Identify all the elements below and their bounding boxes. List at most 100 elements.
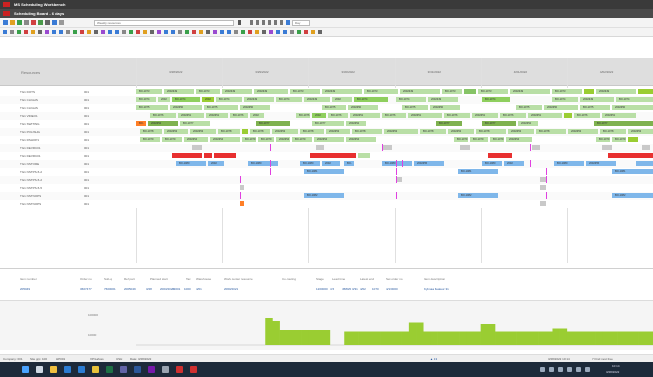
resource-row[interactable]: TG1 VIDEO1 001 BO-1076 2002351 2002351 BO-107…: [0, 112, 653, 120]
operation-bar[interactable]: 2002350: [544, 105, 578, 110]
operation-bar[interactable]: 2002349: [596, 89, 636, 94]
operation-bar[interactable]: 2002353: [164, 129, 188, 134]
operation-bar[interactable]: BO-1079: [454, 137, 468, 142]
operation-bar[interactable]: 2002351: [528, 113, 562, 118]
operation-bar[interactable]: BO-1080: [554, 161, 584, 166]
operation-bar[interactable]: BO-1076: [444, 113, 470, 118]
operation-bar[interactable]: BO-1073: [442, 89, 462, 94]
resource-row[interactable]: TG1 DEVRC01 001: [0, 152, 653, 160]
operation-bar[interactable]: 2002355: [414, 161, 444, 166]
down-icon[interactable]: [280, 20, 283, 25]
operation-bar[interactable]: 2002353: [272, 129, 298, 134]
resource-row[interactable]: TG1 DEVRC01 001: [0, 144, 653, 152]
print-icon[interactable]: [59, 20, 64, 25]
view-select[interactable]: Weekly resources: [94, 20, 234, 26]
tool-icon[interactable]: [31, 30, 35, 34]
operation-bar[interactable]: [584, 89, 594, 94]
tool-icon[interactable]: [192, 30, 196, 34]
operation-bar[interactable]: [638, 89, 653, 94]
operation-bar[interactable]: [460, 145, 470, 150]
operation-bar[interactable]: BO-1075: [136, 105, 168, 110]
resource-row[interactable]: TG1 POLISHG 001 BO-1078 2002353 2002353 BO-10…: [0, 128, 653, 136]
tool-icon[interactable]: [38, 30, 42, 34]
operation-bar[interactable]: BO-1080: [382, 161, 412, 166]
tool-icon[interactable]: [178, 30, 182, 34]
operation-bar[interactable]: BO-1077: [312, 121, 344, 126]
refresh-icon[interactable]: [38, 20, 43, 25]
operation-bar[interactable]: BO-1073: [136, 89, 162, 94]
operation-bar[interactable]: [540, 185, 546, 190]
operation-bar[interactable]: BO-1080: [176, 161, 206, 166]
operation-bar[interactable]: BO-1074: [482, 97, 510, 102]
prev-icon[interactable]: [256, 20, 259, 25]
operation-bar[interactable]: [488, 153, 512, 158]
up-icon[interactable]: [274, 20, 277, 25]
zoom-icon[interactable]: [52, 20, 57, 25]
operation-bar[interactable]: BO-1078: [352, 129, 382, 134]
word-icon[interactable]: [134, 366, 141, 373]
operation-bar[interactable]: 2002350: [612, 105, 653, 110]
operation-bar[interactable]: BO-1073: [290, 89, 320, 94]
tool-icon[interactable]: [122, 30, 126, 34]
operation-bar[interactable]: 2002: [312, 113, 326, 118]
operation-bar[interactable]: 2002349: [222, 89, 252, 94]
operation-bar[interactable]: [214, 153, 236, 158]
operation-bar[interactable]: 2002353: [448, 129, 474, 134]
operation-bar[interactable]: 2002353: [190, 129, 216, 134]
operation-bar[interactable]: BO-1080: [344, 161, 354, 166]
tool-icon[interactable]: [10, 30, 14, 34]
tool-icon[interactable]: [52, 30, 56, 34]
operation-bar[interactable]: BO-1074: [616, 97, 653, 102]
operation-bar[interactable]: 2002349: [244, 97, 274, 102]
operation-bar[interactable]: 2002351: [602, 113, 636, 118]
settings-icon[interactable]: [162, 366, 169, 373]
tool-icon[interactable]: [80, 30, 84, 34]
operation-bar[interactable]: 2002353: [384, 129, 418, 134]
operation-bar[interactable]: BO-1082: [458, 193, 498, 198]
operation-bar[interactable]: BO-1078: [536, 129, 566, 134]
browser-icon[interactable]: [64, 366, 71, 373]
tray-icon[interactable]: [558, 367, 563, 372]
dropdown-arrow-icon[interactable]: [238, 20, 241, 25]
operation-bar[interactable]: 2002351: [408, 113, 442, 118]
tool-icon[interactable]: [276, 30, 280, 34]
resource-row[interactable]: TG1 CLIGHS 001 BO-1075 2002350 BO-1075 200235…: [0, 104, 653, 112]
tool-icon[interactable]: [318, 30, 322, 34]
range-select[interactable]: Day: [292, 20, 310, 26]
tool-icon[interactable]: [248, 30, 252, 34]
tool-icon[interactable]: [101, 30, 105, 34]
tray-icon[interactable]: [585, 367, 590, 372]
operation-bar[interactable]: 2002349: [254, 89, 288, 94]
operation-bar[interactable]: BO-1077: [136, 121, 146, 126]
operation-bar[interactable]: BO-1076: [500, 113, 526, 118]
operation-bar[interactable]: BO-1074: [136, 97, 156, 102]
operation-bar[interactable]: BO-1078: [600, 129, 626, 134]
operation-bar[interactable]: BO-1074: [552, 97, 578, 102]
operation-bar[interactable]: BO-1075: [516, 105, 542, 110]
operation-bar[interactable]: [540, 201, 546, 206]
tool-icon[interactable]: [164, 30, 168, 34]
operation-bar[interactable]: 2002354: [210, 137, 240, 142]
tool-icon[interactable]: [3, 30, 7, 34]
operation-bar[interactable]: 2002352: [518, 121, 538, 126]
operation-bar[interactable]: BO-1073: [364, 89, 398, 94]
resource-row[interactable]: TG1 NSTORE 001 BO-1080 2002 BO-1080 BO-1080 20…: [0, 160, 653, 168]
tool-icon[interactable]: [213, 30, 217, 34]
operation-bar[interactable]: 2002350: [240, 105, 270, 110]
operation-bar[interactable]: 2002352: [148, 121, 178, 126]
operation-bar[interactable]: 2002351: [178, 113, 204, 118]
operation-bar[interactable]: BO-1075: [402, 105, 428, 110]
tool-icon[interactable]: [234, 30, 238, 34]
tool-icon[interactable]: [150, 30, 154, 34]
operation-bar[interactable]: BO-1079: [140, 137, 160, 142]
operation-bar[interactable]: BO-1076: [230, 113, 248, 118]
tray-icon[interactable]: [567, 367, 572, 372]
tool-icon[interactable]: [241, 30, 245, 34]
operation-bar[interactable]: BO-1078: [300, 129, 324, 134]
operation-bar[interactable]: BO-1079: [258, 137, 274, 142]
operation-bar[interactable]: BO-1077: [436, 121, 462, 126]
tool-icon[interactable]: [59, 30, 63, 34]
start-icon[interactable]: [22, 366, 29, 373]
operation-bar[interactable]: 2002354: [314, 137, 344, 142]
resource-row[interactable]: TG1 RSHOP1 001 BO-1079 BO-1079 2002354 200235…: [0, 136, 653, 144]
